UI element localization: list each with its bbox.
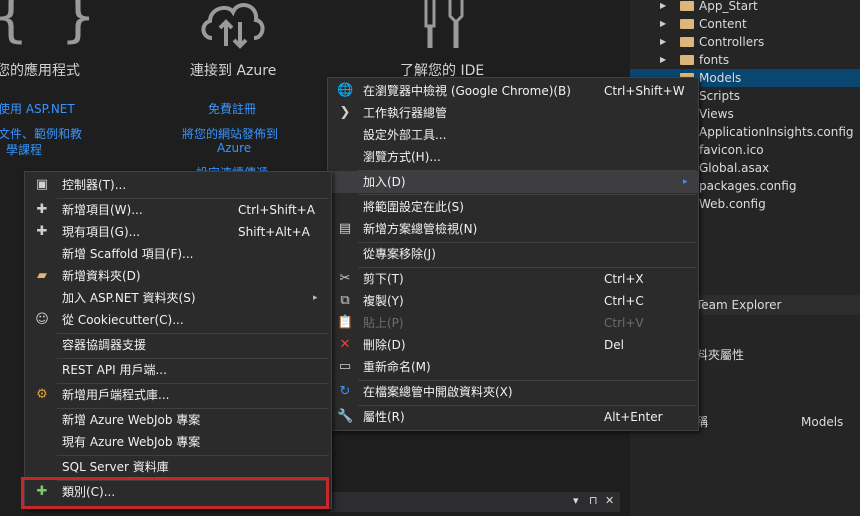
controller-icon: ▣ — [35, 177, 49, 192]
menu-item-browse-with[interactable]: 瀏覽方式(H)... — [328, 146, 698, 168]
submenu-item-existing-item[interactable]: ✚ 現有項目(G)... Shift+Alt+A — [25, 221, 331, 243]
submenu-item-new-webjob[interactable]: 新增 Azure WebJob 專案 — [25, 409, 331, 431]
delete-x-icon: ✕ — [339, 337, 351, 352]
menu-item-open-in-file-explorer[interactable]: ↻ 在檔案總管中開啟資料夾(X) — [328, 381, 698, 403]
folder-icon — [680, 1, 694, 11]
submenu-item-rest-api-client[interactable]: REST API 用戶端... — [25, 359, 331, 381]
submenu-arrow-icon: ▸ — [683, 177, 688, 187]
brackets-icon: { } — [0, 0, 96, 49]
menu-item-paste[interactable]: 📋 貼上(P) Ctrl+V — [328, 312, 698, 334]
tree-item-content[interactable]: ▶ Content — [630, 15, 860, 33]
submenu-item-scaffold[interactable]: 新增 Scaffold 項目(F)... — [25, 243, 331, 265]
menu-separator — [358, 194, 696, 195]
menu-item-view-in-browser[interactable]: 🌐 在瀏覽器中檢視 (Google Chrome)(B) Ctrl+Shift+… — [328, 80, 698, 102]
menu-item-task-runner[interactable]: ❯ 工作執行器總管 — [328, 102, 698, 124]
scissors-icon: ✂ — [339, 271, 351, 286]
context-menu: 🌐 在瀏覽器中檢視 (Google Chrome)(B) Ctrl+Shift+… — [327, 77, 699, 431]
col1-link-courses[interactable]: 學課程 — [6, 141, 42, 158]
submenu-arrow-icon: ▸ — [313, 293, 318, 303]
pin-icon[interactable]: ⊓ — [589, 494, 598, 507]
submenu-item-cookiecutter[interactable]: ☺ 從 Cookiecutter(C)... — [25, 309, 331, 331]
submenu-item-client-library[interactable]: ⚙ 新增用戶端程式庫... — [25, 384, 331, 406]
wrench-icon: 🔧 — [337, 409, 354, 424]
bottom-panel-bar: ▾ ⊓ ✕ — [330, 492, 620, 512]
col2-title: 連接到 Azure — [190, 63, 277, 79]
submenu-item-aspnet-folder[interactable]: 加入 ASP.NET 資料夾(S) ▸ — [25, 287, 331, 309]
submenu-item-controller[interactable]: ▣ 控制器(T)... — [25, 174, 331, 196]
new-folder-icon: ▰ — [37, 268, 47, 283]
highlight-box — [21, 477, 329, 509]
folder-icon — [680, 55, 694, 65]
submenu-item-sql-database[interactable]: SQL Server 資料庫 — [25, 456, 331, 478]
chevron-right-icon: ❯ — [339, 105, 351, 120]
explorer-view-icon: ▤ — [338, 221, 352, 236]
expand-arrow-icon[interactable]: ▶ — [660, 33, 666, 51]
existing-item-icon: ✚ — [36, 224, 48, 239]
menu-item-rename[interactable]: ▭ 重新命名(M) — [328, 356, 698, 378]
new-item-icon: ✚ — [36, 202, 48, 217]
menu-item-add[interactable]: 加入(D) ▸ — [328, 171, 698, 193]
paste-icon: 📋 — [337, 315, 354, 330]
col1-title: 您的應用程式 — [0, 63, 80, 79]
col2-link-azure[interactable]: Azure — [217, 141, 251, 155]
submenu-item-new-folder[interactable]: ▰ 新增資料夾(D) — [25, 265, 331, 287]
tree-item-app-start[interactable]: ▶ App_Start — [630, 0, 860, 15]
col2-link-signup[interactable]: 免費註冊 — [208, 100, 256, 117]
tools-icon — [424, 0, 464, 48]
col2-link-publish[interactable]: 將您的網站發佈到 — [182, 125, 278, 142]
browser-icon: 🌐 — [337, 83, 354, 98]
menu-item-exclude-from-project[interactable]: 從專案移除(J) — [328, 243, 698, 265]
expand-arrow-icon[interactable]: ▶ — [660, 51, 666, 69]
submenu-item-new-item[interactable]: ✚ 新增項目(W)... Ctrl+Shift+A — [25, 199, 331, 221]
copy-icon: ⧉ — [340, 293, 350, 308]
folder-icon — [680, 19, 694, 29]
menu-item-external-tools[interactable]: 設定外部工具... — [328, 124, 698, 146]
close-icon[interactable]: ✕ — [605, 494, 614, 507]
cookiecutter-icon: ☺ — [35, 312, 49, 327]
menu-item-properties[interactable]: 🔧 屬性(R) Alt+Enter — [328, 406, 698, 428]
menu-item-scope-to-this[interactable]: 將範圍設定在此(S) — [328, 196, 698, 218]
menu-item-delete[interactable]: ✕ 刪除(D) Del — [328, 334, 698, 356]
col1-link-docs[interactable]: 文件、範例和教 — [0, 125, 82, 142]
tree-item-fonts[interactable]: ▶ fonts — [630, 51, 860, 69]
submenu-item-existing-webjob[interactable]: 現有 Azure WebJob 專案 — [25, 431, 331, 453]
menu-item-copy[interactable]: ⧉ 複製(Y) Ctrl+C — [328, 290, 698, 312]
refresh-arrow-icon: ↻ — [339, 384, 351, 399]
submenu-item-container-orchestrator[interactable]: 容器協調器支援 — [25, 334, 331, 356]
tree-item-controllers[interactable]: ▶ Controllers — [630, 33, 860, 51]
cloud-sync-icon — [201, 3, 265, 49]
rename-icon: ▭ — [338, 359, 352, 374]
menu-item-new-explorer-view[interactable]: ▤ 新增方案總管檢視(N) — [328, 218, 698, 240]
library-icon: ⚙ — [36, 387, 48, 402]
expand-arrow-icon[interactable]: ▶ — [660, 15, 666, 33]
dropdown-icon[interactable]: ▾ — [573, 494, 579, 507]
col1-link-aspnet[interactable]: 使用 ASP.NET — [0, 100, 75, 117]
folder-icon — [680, 37, 694, 47]
expand-arrow-icon[interactable]: ▶ — [660, 0, 666, 15]
add-submenu: ▣ 控制器(T)... ✚ 新增項目(W)... Ctrl+Shift+A ✚ … — [24, 171, 332, 509]
menu-item-cut[interactable]: ✂ 剪下(T) Ctrl+X — [328, 268, 698, 290]
